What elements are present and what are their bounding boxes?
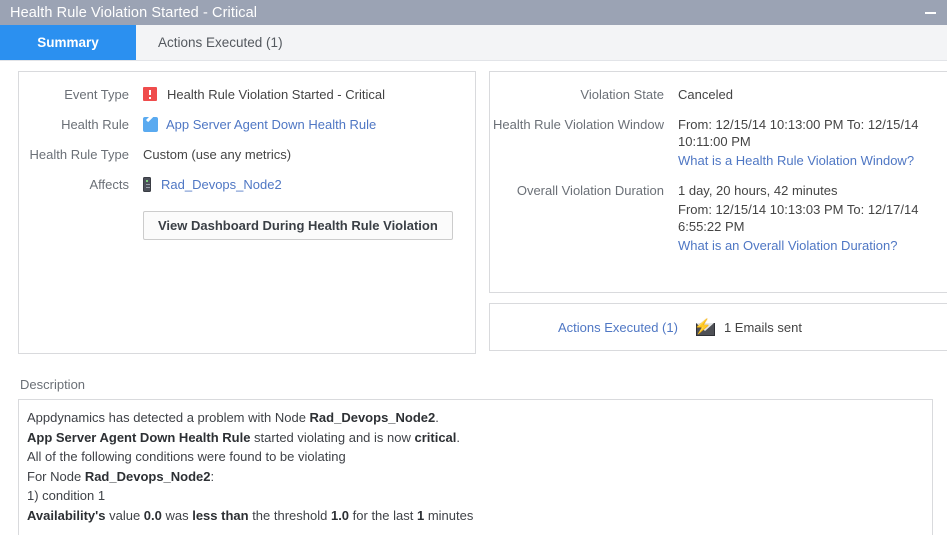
view-dashboard-row: View Dashboard During Health Rule Violat…: [19, 206, 475, 240]
violation-window-help-link[interactable]: What is a Health Rule Violation Window?: [678, 152, 940, 169]
violation-duration-value-group: 1 day, 20 hours, 42 minutes From: 12/15/…: [678, 182, 940, 254]
event-type-label: Event Type: [64, 87, 129, 102]
window-titlebar: Health Rule Violation Started - Critical: [0, 0, 947, 25]
description-line: All of the following conditions were fou…: [27, 449, 346, 464]
alert-icon: [143, 87, 157, 101]
violation-state-label: Violation State: [580, 87, 664, 102]
minimize-icon[interactable]: [921, 4, 939, 22]
violation-duration-range: From: 12/15/14 10:13:03 PM To: 12/17/14 …: [678, 202, 919, 234]
description-line: 1) condition 1: [27, 488, 106, 503]
tab-actions-executed[interactable]: Actions Executed (1): [136, 25, 305, 60]
panels-row: Event Type Health Rule Violation Started…: [0, 61, 947, 354]
affects-node-link[interactable]: Rad_Devops_Node2: [161, 176, 282, 193]
affects-label: Affects: [89, 177, 129, 192]
violation-window-value-group: From: 12/15/14 10:13:00 PM To: 12/15/14 …: [678, 116, 940, 169]
right-column: Violation State Canceled Health Rule Vio…: [489, 71, 947, 351]
pencil-icon: [143, 117, 158, 132]
field-health-rule: Health Rule App Server Agent Down Health…: [19, 116, 475, 133]
health-rule-type-value: Custom (use any metrics): [143, 147, 292, 162]
health-rule-type-label: Health Rule Type: [29, 147, 130, 162]
actions-executed-panel: Actions Executed (1) ⚡ 1 Emails sent: [489, 303, 947, 351]
field-violation-state: Violation State Canceled: [490, 86, 947, 103]
health-rule-link[interactable]: App Server Agent Down Health Rule: [166, 116, 376, 133]
description-line: Appdynamics has detected a problem with …: [27, 410, 439, 425]
description-line: App Server Agent Down Health Rule starte…: [27, 429, 461, 445]
actions-executed-link[interactable]: Actions Executed (1): [558, 320, 678, 335]
field-violation-window: Health Rule Violation Window From: 12/15…: [490, 116, 947, 169]
affects-value-group: Rad_Devops_Node2: [143, 176, 282, 193]
description-title: Description: [20, 377, 86, 392]
emails-sent-text: 1 Emails sent: [723, 319, 802, 335]
description-line: For Node Rad_Devops_Node2:: [27, 468, 215, 484]
email-bolt-icon: ⚡: [694, 319, 715, 336]
window-title: Health Rule Violation Started - Critical: [10, 4, 258, 21]
tab-summary-label: Summary: [37, 35, 99, 50]
description-section: Description Appdynamics has detected a p…: [0, 369, 947, 535]
violation-duration-label: Overall Violation Duration: [516, 183, 664, 198]
field-health-rule-type: Health Rule Type Custom (use any metrics…: [19, 146, 475, 163]
violation-window-value: From: 12/15/14 10:13:00 PM To: 12/15/14 …: [678, 117, 919, 149]
description-body: Appdynamics has detected a problem with …: [18, 399, 933, 535]
event-type-value: Health Rule Violation Started - Critical: [167, 87, 385, 102]
violation-duration-help-link[interactable]: What is an Overall Violation Duration?: [678, 237, 940, 254]
summary-content: Event Type Health Rule Violation Started…: [0, 61, 947, 535]
field-affects: Affects Rad_Devops_Node2: [19, 176, 475, 193]
event-type-value-group: Health Rule Violation Started - Critical: [143, 86, 385, 103]
event-details-panel: Event Type Health Rule Violation Started…: [18, 71, 476, 354]
view-dashboard-button[interactable]: View Dashboard During Health Rule Violat…: [143, 211, 453, 240]
tab-bar: Summary Actions Executed (1): [0, 25, 947, 61]
description-line: Availability's value 0.0 was less than t…: [27, 507, 474, 523]
field-event-type: Event Type Health Rule Violation Started…: [19, 86, 475, 103]
violation-window-label: Health Rule Violation Window: [492, 117, 664, 132]
node-icon: [143, 177, 151, 192]
violation-details-panel: Violation State Canceled Health Rule Vio…: [489, 71, 947, 293]
violation-state-value: Canceled: [678, 87, 733, 102]
window-controls: [921, 0, 947, 25]
health-rule-value-group: App Server Agent Down Health Rule: [143, 116, 376, 133]
violation-duration-value: 1 day, 20 hours, 42 minutes: [678, 183, 838, 198]
tab-summary[interactable]: Summary: [0, 25, 136, 60]
field-violation-duration: Overall Violation Duration 1 day, 20 hou…: [490, 182, 947, 254]
tab-actions-executed-label: Actions Executed (1): [158, 35, 283, 50]
health-rule-label: Health Rule: [61, 117, 129, 132]
